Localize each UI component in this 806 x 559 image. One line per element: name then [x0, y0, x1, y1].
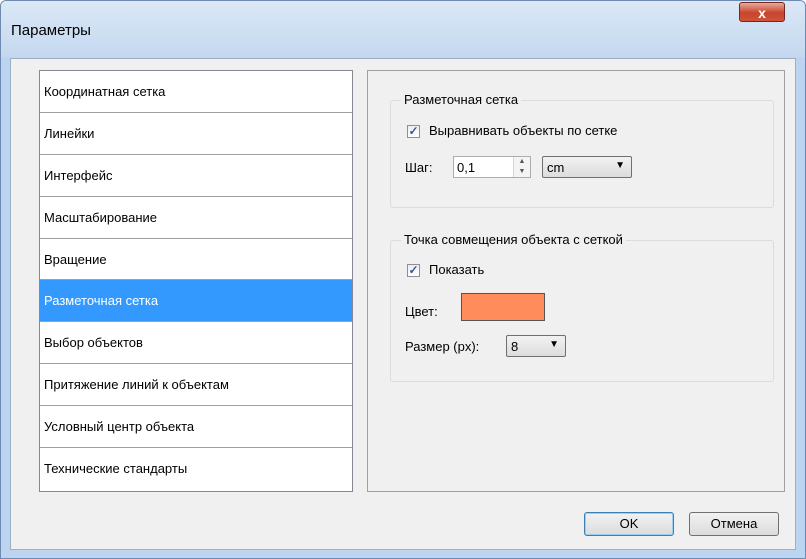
- category-list: Координатная сетка Линейки Интерфейс Мас…: [39, 70, 353, 492]
- window-title: Параметры: [11, 22, 91, 39]
- settings-panel: Разметочная сетка ✓ Выравнивать объекты …: [367, 70, 785, 492]
- title-bar[interactable]: Параметры x: [1, 1, 805, 57]
- category-item-rotation[interactable]: Вращение: [40, 239, 352, 281]
- unit-dropdown[interactable]: cm ▼: [542, 156, 632, 178]
- close-button[interactable]: x: [739, 2, 785, 22]
- category-item-line-snapping[interactable]: Притяжение линий к объектам: [40, 364, 352, 407]
- category-item-interface[interactable]: Интерфейс: [40, 155, 352, 197]
- show-label[interactable]: Показать: [429, 262, 484, 277]
- triangle-up-icon[interactable]: ▲: [514, 157, 530, 167]
- category-item-rulers[interactable]: Линейки: [40, 113, 352, 155]
- size-dropdown[interactable]: 8 ▼: [506, 335, 566, 357]
- group-title: Разметочная сетка: [401, 92, 522, 107]
- check-icon: ✓: [408, 263, 419, 277]
- triangle-down-icon[interactable]: ▼: [514, 167, 530, 177]
- category-item-scaling[interactable]: Масштабирование: [40, 197, 352, 239]
- align-to-grid-label[interactable]: Выравнивать объекты по сетке: [429, 123, 617, 138]
- category-item-tech-standards[interactable]: Технические стандарты: [40, 448, 352, 490]
- cancel-button[interactable]: Отмена: [689, 512, 779, 536]
- color-label: Цвет:: [405, 304, 438, 319]
- category-item-grid[interactable]: Координатная сетка: [40, 71, 352, 113]
- group-title: Точка совмещения объекта с сеткой: [401, 232, 626, 247]
- chevron-down-icon: ▼: [615, 160, 625, 171]
- size-label: Размер (px):: [405, 339, 480, 354]
- category-item-object-center[interactable]: Условный центр объекта: [40, 406, 352, 449]
- category-item-object-selection[interactable]: Выбор объектов: [40, 322, 352, 365]
- spinner-buttons: ▲ ▼: [513, 157, 530, 177]
- step-spinner[interactable]: 0,1 ▲ ▼: [453, 156, 531, 178]
- align-to-grid-checkbox[interactable]: ✓: [407, 125, 420, 138]
- show-checkbox[interactable]: ✓: [407, 264, 420, 277]
- step-value: 0,1: [457, 160, 476, 175]
- ok-button[interactable]: OK: [584, 512, 674, 536]
- close-icon: x: [758, 5, 766, 21]
- chevron-down-icon: ▼: [549, 339, 559, 350]
- unit-value: cm: [547, 160, 565, 175]
- color-picker-swatch[interactable]: [461, 293, 545, 321]
- check-icon: ✓: [408, 124, 419, 138]
- category-item-layout-grid[interactable]: Разметочная сетка: [40, 280, 352, 323]
- size-value: 8: [511, 339, 519, 354]
- snap-point-group: Точка совмещения объекта с сеткой ✓ Пока…: [390, 232, 774, 382]
- dialog-body: Координатная сетка Линейки Интерфейс Мас…: [10, 58, 796, 550]
- layout-grid-group: Разметочная сетка ✓ Выравнивать объекты …: [390, 92, 774, 208]
- options-dialog: Параметры x Координатная сетка Линейки И…: [0, 0, 806, 559]
- step-label: Шаг:: [405, 160, 433, 175]
